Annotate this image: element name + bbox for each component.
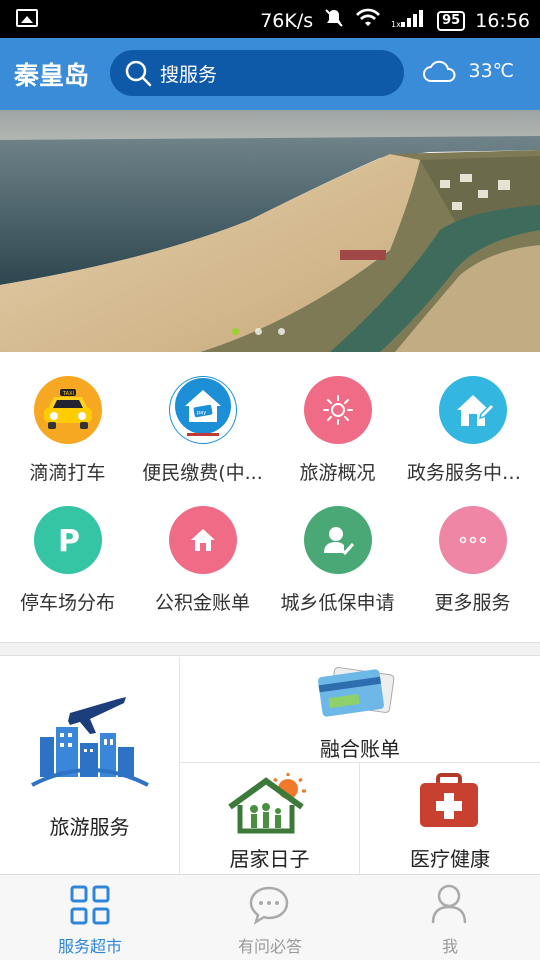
temperature: 33℃ — [468, 60, 514, 82]
bottom-tab-bar: 服务超市 有问必答 我 — [0, 874, 540, 960]
first-aid-kit-icon — [420, 773, 478, 827]
tab-label: 服务超市 — [57, 937, 122, 956]
service-label: 旅游概况 — [299, 462, 376, 484]
section-divider — [0, 642, 540, 656]
tile-label: 居家日子 — [229, 847, 310, 871]
clock: 16:56 — [475, 9, 530, 32]
tab-me[interactable]: 我 — [360, 875, 540, 961]
tile-combined-bill[interactable]: 融合账单 — [180, 657, 540, 763]
mute-icon — [323, 7, 345, 34]
carousel-dot[interactable] — [232, 328, 239, 335]
wifi-icon — [355, 8, 381, 33]
service-grid: TAXI 滴滴打车 pay 便民缴费(中... 旅游概况 政务服务中心... P… — [0, 352, 540, 642]
tab-label: 有问必答 — [237, 937, 302, 956]
taxi-icon: TAXI — [34, 376, 102, 444]
tile-label: 融合账单 — [320, 737, 400, 761]
service-label: 停车场分布 — [19, 592, 115, 614]
status-bar: 76K/s 1x 95 16:56 — [0, 0, 540, 38]
city-plane-icon — [31, 697, 149, 787]
person-check-icon — [304, 506, 372, 574]
chat-bubble-icon — [249, 886, 289, 925]
feature-tiles: 旅游服务 融合账单 居家日子 医疗健康 — [0, 657, 540, 874]
parking-icon: P — [34, 506, 102, 574]
gov-house-icon — [439, 376, 507, 444]
weather-widget[interactable]: 33℃ — [422, 58, 514, 84]
service-label: 城乡低保申请 — [280, 592, 395, 614]
service-subsistence-allowance[interactable]: 城乡低保申请 — [270, 482, 405, 614]
sun-icon — [304, 376, 372, 444]
network-speed: 76K/s — [260, 9, 314, 32]
tile-home-life[interactable]: 居家日子 — [180, 763, 360, 874]
signal-icon: 1x — [391, 8, 427, 33]
image-notification-icon — [16, 9, 38, 27]
grid-icon — [70, 885, 110, 925]
svg-text:P: P — [58, 524, 80, 557]
banner-carousel[interactable] — [0, 110, 540, 352]
more-icon — [439, 506, 507, 574]
service-label: 便民缴费(中... — [142, 462, 263, 484]
service-label: 政务服务中心... — [407, 462, 540, 484]
user-icon — [431, 884, 467, 924]
pay-house-icon: pay — [169, 376, 237, 444]
service-parking[interactable]: P 停车场分布 — [0, 482, 135, 614]
city-selector[interactable]: 秦皇岛 — [14, 56, 89, 92]
tile-label: 旅游服务 — [49, 815, 130, 839]
cloud-icon — [423, 60, 456, 82]
tile-medical-health[interactable]: 医疗健康 — [360, 763, 540, 874]
tile-label: 医疗健康 — [410, 847, 490, 871]
family-home-icon — [228, 773, 306, 834]
search-input[interactable]: 搜服务 — [110, 50, 404, 96]
service-label: 公积金账单 — [154, 592, 250, 614]
carousel-dot[interactable] — [278, 328, 285, 335]
service-bill-payment[interactable]: pay 便民缴费(中... — [135, 352, 270, 484]
carousel-dot[interactable] — [255, 328, 262, 335]
service-more[interactable]: 更多服务 — [405, 482, 540, 614]
svg-text:1x: 1x — [391, 20, 401, 28]
search-placeholder: 搜服务 — [160, 63, 218, 86]
tab-label: 我 — [441, 937, 458, 956]
service-tourism-overview[interactable]: 旅游概况 — [270, 352, 405, 484]
tab-qa[interactable]: 有问必答 — [180, 875, 360, 961]
service-label: 更多服务 — [434, 592, 511, 614]
carousel-indicator — [232, 328, 285, 335]
battery-icon: 95 — [437, 10, 466, 31]
svg-text:pay: pay — [197, 410, 206, 416]
service-housing-fund[interactable]: 公积金账单 — [135, 482, 270, 614]
beach-photo — [0, 110, 540, 352]
service-taxi[interactable]: TAXI 滴滴打车 — [0, 352, 135, 484]
tab-service-market[interactable]: 服务超市 — [0, 875, 180, 961]
tile-travel-service[interactable]: 旅游服务 — [0, 657, 180, 874]
service-label: 滴滴打车 — [29, 462, 106, 484]
home-icon — [169, 506, 237, 574]
top-bar: 秦皇岛 搜服务 33℃ — [0, 38, 540, 110]
cards-icon — [318, 667, 395, 717]
search-icon — [125, 60, 152, 87]
service-gov-center[interactable]: 政务服务中心... — [405, 352, 540, 484]
svg-text:TAXI: TAXI — [62, 391, 74, 397]
